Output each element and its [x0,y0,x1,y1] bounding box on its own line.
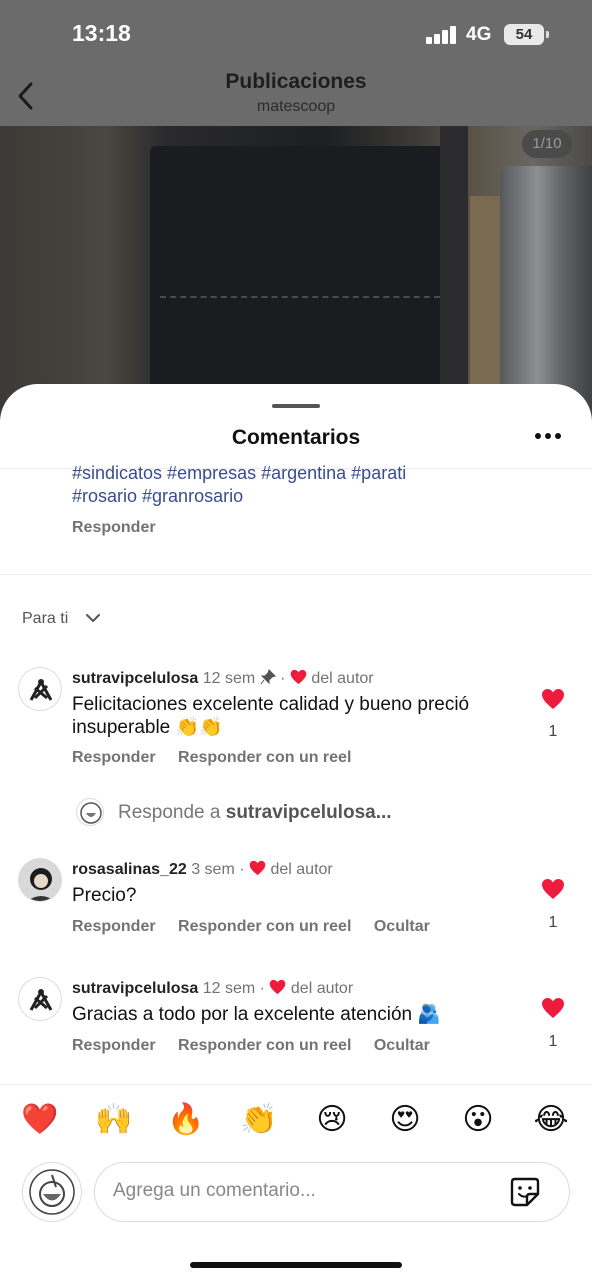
comment-text: Precio? [72,885,137,906]
mate-logo-icon [29,1169,75,1215]
home-indicator [190,1262,402,1268]
reply-button[interactable]: Responder [72,918,156,935]
status-time: 13:18 [72,20,131,46]
sutravip-logo-icon [29,988,53,1011]
mate-logo-icon [80,802,102,824]
comment-username[interactable]: sutravipcelulosa [72,670,198,687]
reply-prompt[interactable]: Responde a sutravipcelulosa... [118,802,392,824]
caption-divider [0,574,592,575]
comment-username[interactable]: rosasalinas_22 [72,861,187,878]
my-avatar [22,1162,82,1222]
sheet-title: Comentarios [231,426,361,449]
comment-actions: Responder Responder con un reel Ocultar [72,918,430,936]
network-type: 4G [466,24,492,45]
comment-actions: Responder Responder con un reel [72,749,351,767]
page-title: Publicaciones [225,70,367,93]
caption-hashtags: #sindicatos #empresas #argentina #parati… [72,462,572,508]
nav-bar: Publicaciones matescoop [0,70,592,126]
like-heart-icon[interactable] [541,688,565,710]
hide-button[interactable]: Ocultar [374,918,430,935]
like-count[interactable]: 1 [543,914,563,932]
comment-time: 12 sem [202,670,256,687]
like-count[interactable]: 1 [543,723,563,741]
battery-icon: 54 [504,24,549,45]
hashtag-line[interactable]: #sindicatos #empresas #argentina #parati [72,462,572,485]
emoji-laughing[interactable]: 😂 [531,1100,571,1140]
like-heart-icon[interactable] [541,878,565,900]
sort-filter-label[interactable]: Para ti [22,610,68,628]
emoji-heart-eyes[interactable]: 😍 [385,1100,425,1140]
back-button[interactable] [12,78,42,114]
author-heart-icon [290,669,307,685]
signal-icon [426,26,458,44]
emoji-raised-hands[interactable]: 🙌 [94,1100,134,1140]
comment-actions: Responder Responder con un reel Ocultar [72,1037,430,1055]
comment-text-line: Felicitaciones excelente calidad y bueno… [72,694,470,715]
comment-time: 3 sem [191,861,235,878]
author-heart-icon [249,860,266,876]
emoji-crying[interactable]: 😢 [312,1100,352,1140]
author-heart-icon [270,979,286,995]
reply-with-reel-button[interactable]: Responder con un reel [178,918,351,935]
emoji-heart[interactable]: ❤️ [20,1100,60,1140]
page-subtitle: matescoop [256,98,336,115]
hide-button[interactable]: Ocultar [374,1037,430,1054]
emoji-surprised[interactable]: 😮 [458,1100,498,1140]
reply-prompt-username: sutravipcelulosa... [225,802,392,823]
post-background: 13:18 4G 54 Publicaciones matescoop 1/10 [0,0,592,430]
sutravip-logo-icon [29,678,53,701]
like-count[interactable]: 1 [543,1033,563,1051]
comment-username[interactable]: sutravipcelulosa [72,980,198,997]
sticker-icon[interactable] [509,1176,541,1208]
avatar[interactable] [18,667,62,711]
reply-button[interactable]: Responder [72,1037,156,1054]
status-bar: 13:18 4G 54 [0,0,592,70]
image-counter: 1/10 [522,130,572,158]
liked-by-author-label: del autor [270,861,333,878]
like-heart-icon[interactable] [541,997,565,1019]
caption-reply-button[interactable]: Responder [72,519,156,537]
comment-text: Felicitaciones excelente calidad y bueno… [72,693,469,739]
comments-sheet: Comentarios #sindicatos #empresas #argen… [0,384,592,1280]
reply-with-reel-button[interactable]: Responder con un reel [178,749,351,766]
emoji-divider [0,1084,592,1085]
reply-prompt-prefix: Responde a [118,802,221,823]
comment-meta: rosasalinas_22 3 sem · del autor [72,860,333,878]
pin-icon [260,669,276,685]
comment-meta: sutravipcelulosa 12 sem · del autor [72,979,354,997]
avatar[interactable] [18,977,62,1021]
chevron-down-icon[interactable] [86,613,100,623]
comment-text-line: insuperable 👏👏 [72,717,223,738]
reply-button[interactable]: Responder [72,749,156,766]
my-avatar-small [76,798,104,826]
emoji-quick-bar: ❤️ 🙌 🔥 👏 😢 😍 😮 😂 [0,1100,592,1140]
sheet-grabber[interactable] [272,404,320,408]
hashtag-line[interactable]: #rosario #granrosario [72,485,572,508]
more-icon [535,433,561,439]
reply-with-reel-button[interactable]: Responder con un reel [178,1037,351,1054]
comment-text: Gracias a todo por la excelente atención… [72,1004,442,1025]
user-photo-icon [19,859,61,901]
more-options-button[interactable] [534,428,562,448]
liked-by-author-label: del autor [311,670,374,687]
comment-meta: sutravipcelulosa 12 sem · del autor [72,669,374,687]
comment-time: 12 sem [202,980,256,997]
emoji-fire[interactable]: 🔥 [166,1100,206,1140]
emoji-clap[interactable]: 👏 [239,1100,279,1140]
avatar[interactable] [18,858,62,902]
chevron-left-icon [18,82,33,110]
liked-by-author-label: del autor [290,980,354,997]
comment-input[interactable]: Agrega un comentario... [113,1180,316,1202]
comment-input-field[interactable]: Agrega un comentario... [94,1162,570,1222]
